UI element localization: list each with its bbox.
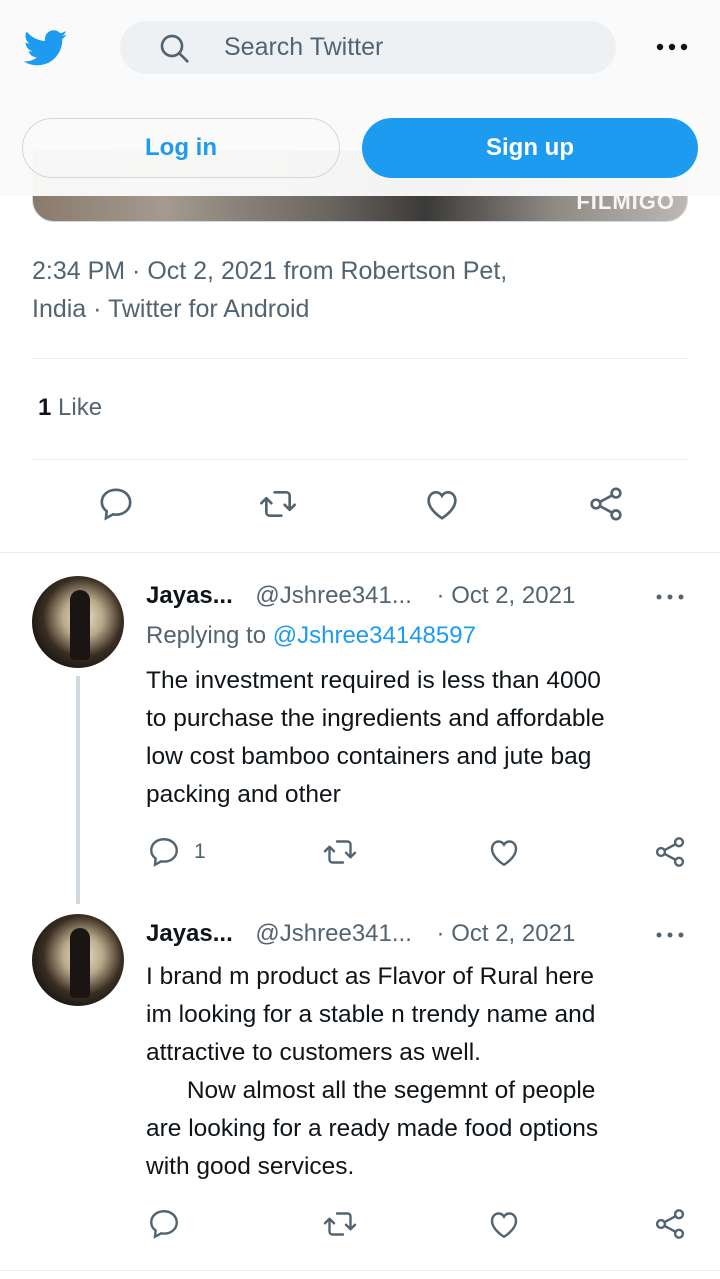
twitter-logo-icon[interactable] [22, 26, 70, 70]
tweet-source: India · Twitter for Android [32, 295, 310, 323]
divider [32, 459, 688, 460]
divider [0, 552, 720, 553]
more-icon[interactable] [654, 929, 686, 941]
more-icon[interactable] [654, 591, 686, 603]
reply-count: 1 [194, 840, 206, 863]
share-icon [655, 837, 685, 867]
reply-icon [150, 1210, 178, 1239]
search-input[interactable]: Search Twitter [120, 21, 616, 74]
like-button[interactable] [422, 484, 462, 524]
likes-count: 1 [38, 394, 52, 421]
like-icon [490, 840, 518, 867]
reply-actions [0, 1206, 720, 1256]
like-button[interactable] [486, 834, 522, 870]
search-placeholder: Search Twitter [224, 33, 384, 61]
reply-header: Jayas... @Jshree341... · Oct 2, 2021 [146, 582, 575, 610]
tweet-meta: 2:34 PM · Oct 2, 2021 from Robertson Pet… [32, 252, 688, 328]
reply-icon [100, 488, 132, 521]
mention-link[interactable]: @Jshree34148597 [273, 622, 476, 649]
retweet-icon [323, 1212, 357, 1236]
replying-to: Replying to @Jshree34148597 [146, 622, 476, 650]
user-name[interactable]: Jayas... [146, 920, 233, 947]
divider [32, 358, 688, 359]
retweet-button[interactable] [322, 834, 358, 870]
reply-button[interactable] [96, 484, 136, 524]
retweet-icon [260, 491, 296, 517]
likes-stat[interactable]: 1 Like [38, 394, 102, 422]
retweet-button[interactable] [258, 484, 298, 524]
tweet-date[interactable]: · Oct 2, 2021 [437, 920, 576, 947]
page: FILMIGO Search Twitter Log in Sign up 2:… [0, 0, 720, 1279]
user-name[interactable]: Jayas... [146, 582, 233, 609]
share-button[interactable] [652, 834, 688, 870]
like-icon [427, 490, 457, 520]
replying-label: Replying to [146, 622, 267, 649]
user-handle[interactable]: @Jshree341... [255, 582, 411, 609]
tweet-actions [0, 484, 720, 534]
likes-label: Like [58, 394, 103, 421]
more-icon[interactable] [652, 34, 692, 60]
tweet-date[interactable]: · Oct 2, 2021 [437, 582, 576, 609]
like-button[interactable] [486, 1206, 522, 1242]
like-icon [490, 1212, 518, 1239]
login-button[interactable]: Log in [22, 118, 340, 178]
tweet-timestamp: 2:34 PM · Oct 2, 2021 from Robertson Pet… [32, 257, 508, 285]
retweet-button[interactable] [322, 1206, 358, 1242]
reply-header: Jayas... @Jshree341... · Oct 2, 2021 [146, 920, 575, 948]
share-button[interactable] [652, 1206, 688, 1242]
avatar[interactable] [32, 576, 124, 668]
signup-button[interactable]: Sign up [362, 118, 698, 178]
reply-button[interactable]: 1 [146, 834, 206, 870]
reply-button[interactable] [146, 1206, 182, 1242]
search-icon [160, 34, 189, 63]
avatar[interactable] [32, 914, 124, 1006]
divider [0, 1270, 720, 1271]
reply-icon [150, 838, 178, 867]
retweet-icon [323, 840, 357, 864]
top-bar: Search Twitter Log in Sign up [0, 0, 720, 196]
reply-text: I brand m product as Flavor of Rural her… [146, 963, 599, 1180]
share-icon [590, 487, 622, 521]
share-button[interactable] [586, 484, 626, 524]
reply-actions: 1 [0, 834, 720, 884]
share-icon [655, 1209, 685, 1239]
user-handle[interactable]: @Jshree341... [255, 920, 411, 947]
reply-text: The investment required is less than 400… [146, 667, 605, 808]
